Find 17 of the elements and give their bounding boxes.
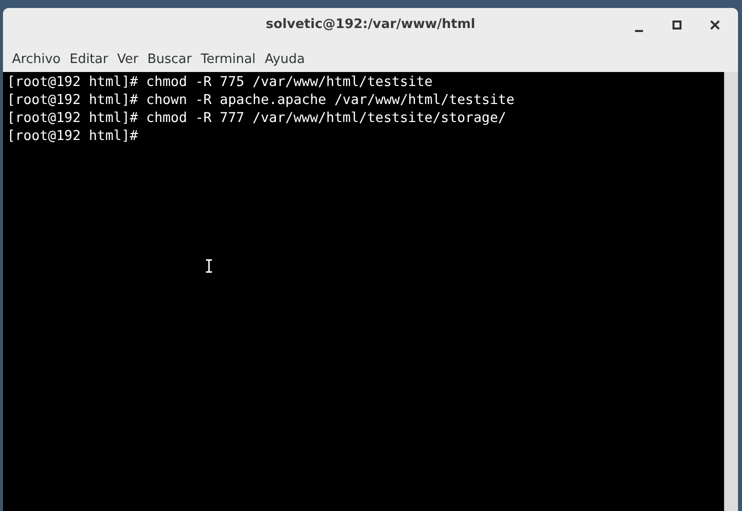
terminal-line: [root@192 html]# chown -R apache.apache /var/www/html/testsite bbox=[7, 92, 514, 108]
scrollbar[interactable] bbox=[724, 72, 738, 511]
menu-item[interactable]: Buscar bbox=[144, 52, 198, 72]
terminal-area[interactable]: [root@192 html]# chmod -R 775 /var/www/html/testsite [root@192 html]# chown -R apache.apache /var/www/html/testsite [root@192 html]# chmod -R 777 /var/www/html/testsite/storage/ [root@192 html]# bbox=[3, 72, 724, 511]
minimize-icon bbox=[635, 30, 643, 32]
menu-item[interactable]: Editar bbox=[66, 52, 114, 72]
maximize-icon bbox=[672, 20, 682, 30]
close-icon bbox=[710, 20, 720, 30]
menu-item[interactable]: Ver bbox=[114, 52, 144, 72]
terminal-line: [root@192 html]# chmod -R 777 /var/www/html/testsite/storage/ bbox=[7, 110, 506, 126]
menu-item[interactable]: Terminal bbox=[198, 52, 262, 72]
text-cursor-icon bbox=[205, 259, 213, 273]
terminal-line: [root@192 html]# bbox=[7, 128, 138, 144]
window-title: solvetic@192:/var/www/html bbox=[266, 16, 476, 34]
terminal-line: [root@192 html]# chmod -R 775 /var/www/html/testsite bbox=[7, 74, 433, 90]
menu-item[interactable]: Archivo bbox=[9, 52, 67, 72]
menu-item[interactable]: Ayuda bbox=[262, 52, 311, 72]
